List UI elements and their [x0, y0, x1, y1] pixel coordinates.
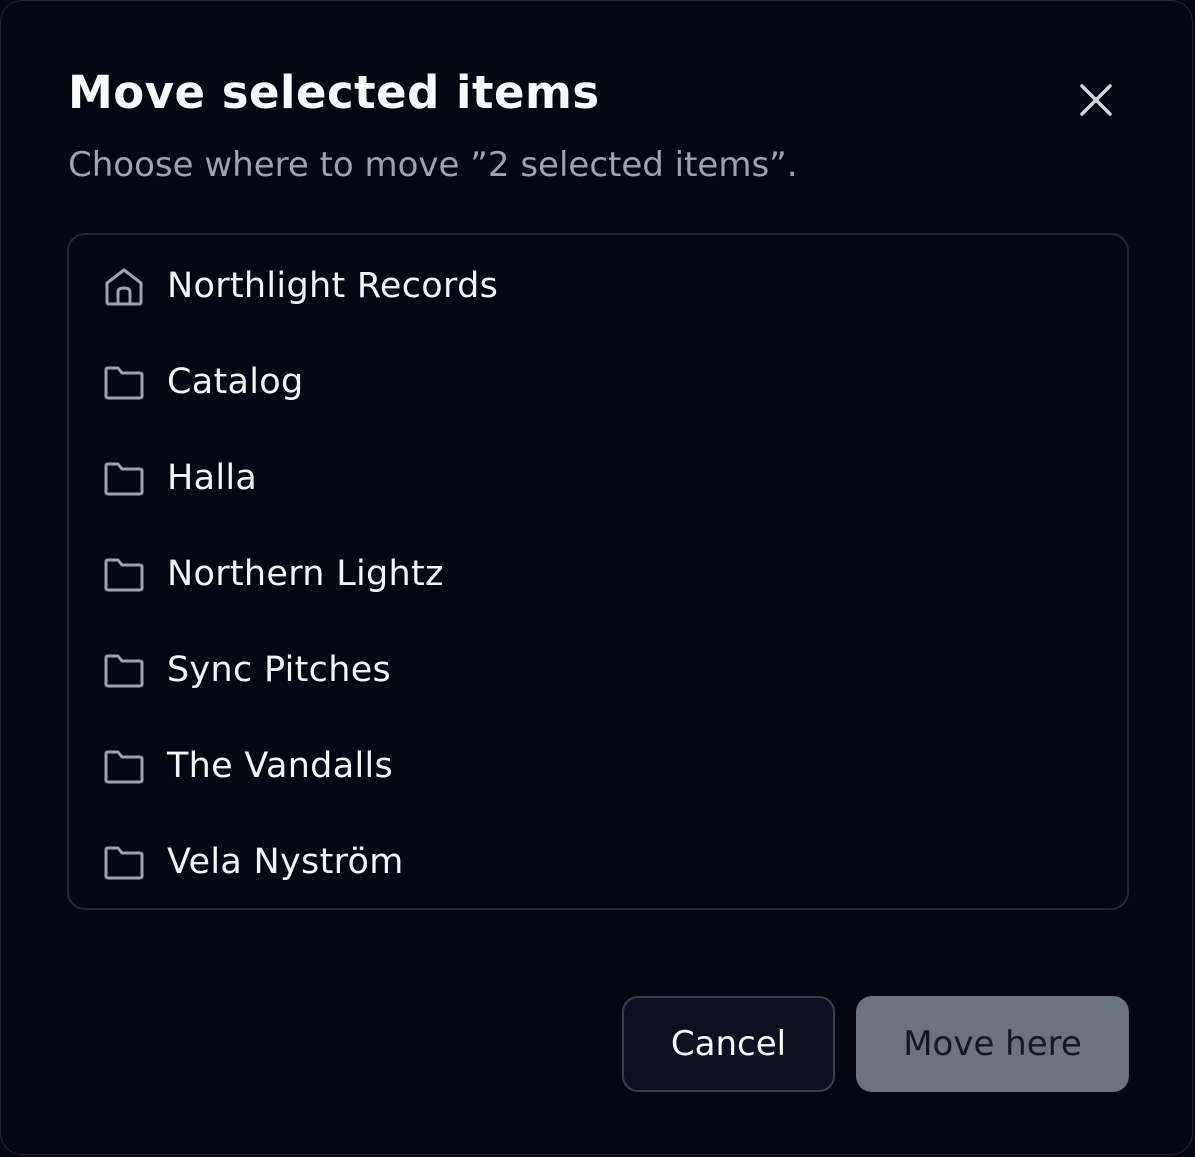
folder-label: Halla	[167, 458, 258, 498]
move-here-button[interactable]: Move here	[856, 996, 1129, 1092]
dialog-subtitle: Choose where to move ”2 selected items”.	[68, 145, 798, 185]
folder-label: Sync Pitches	[167, 650, 392, 690]
folder-item-catalog[interactable]: Catalog	[69, 334, 1127, 430]
folder-icon	[104, 846, 144, 880]
folder-item-northlight-records[interactable]: Northlight Records	[69, 238, 1127, 334]
folder-icon	[104, 654, 144, 688]
home-icon	[105, 268, 143, 306]
close-icon	[1080, 84, 1112, 116]
close-button[interactable]	[1071, 75, 1121, 125]
folder-item-northern-lightz[interactable]: Northern Lightz	[69, 526, 1127, 622]
folder-label: The Vandalls	[167, 746, 394, 786]
folder-label: Vela Nyström	[167, 842, 404, 882]
folder-icon	[104, 366, 144, 400]
folder-list: Northlight Records Catalog Halla Norther…	[67, 233, 1129, 910]
folder-label: Catalog	[167, 362, 304, 402]
folder-icon	[104, 558, 144, 592]
folder-item-vela-nystrom[interactable]: Vela Nyström	[69, 814, 1127, 910]
dialog-title: Move selected items	[68, 66, 600, 119]
folder-item-the-vandalls[interactable]: The Vandalls	[69, 718, 1127, 814]
folder-label: Northlight Records	[167, 266, 499, 306]
folder-icon	[104, 750, 144, 784]
folder-icon	[104, 462, 144, 496]
move-dialog: Move selected items Choose where to move…	[0, 0, 1193, 1155]
cancel-button[interactable]: Cancel	[622, 996, 835, 1092]
folder-item-sync-pitches[interactable]: Sync Pitches	[69, 622, 1127, 718]
folder-item-halla[interactable]: Halla	[69, 430, 1127, 526]
folder-label: Northern Lightz	[167, 554, 444, 594]
